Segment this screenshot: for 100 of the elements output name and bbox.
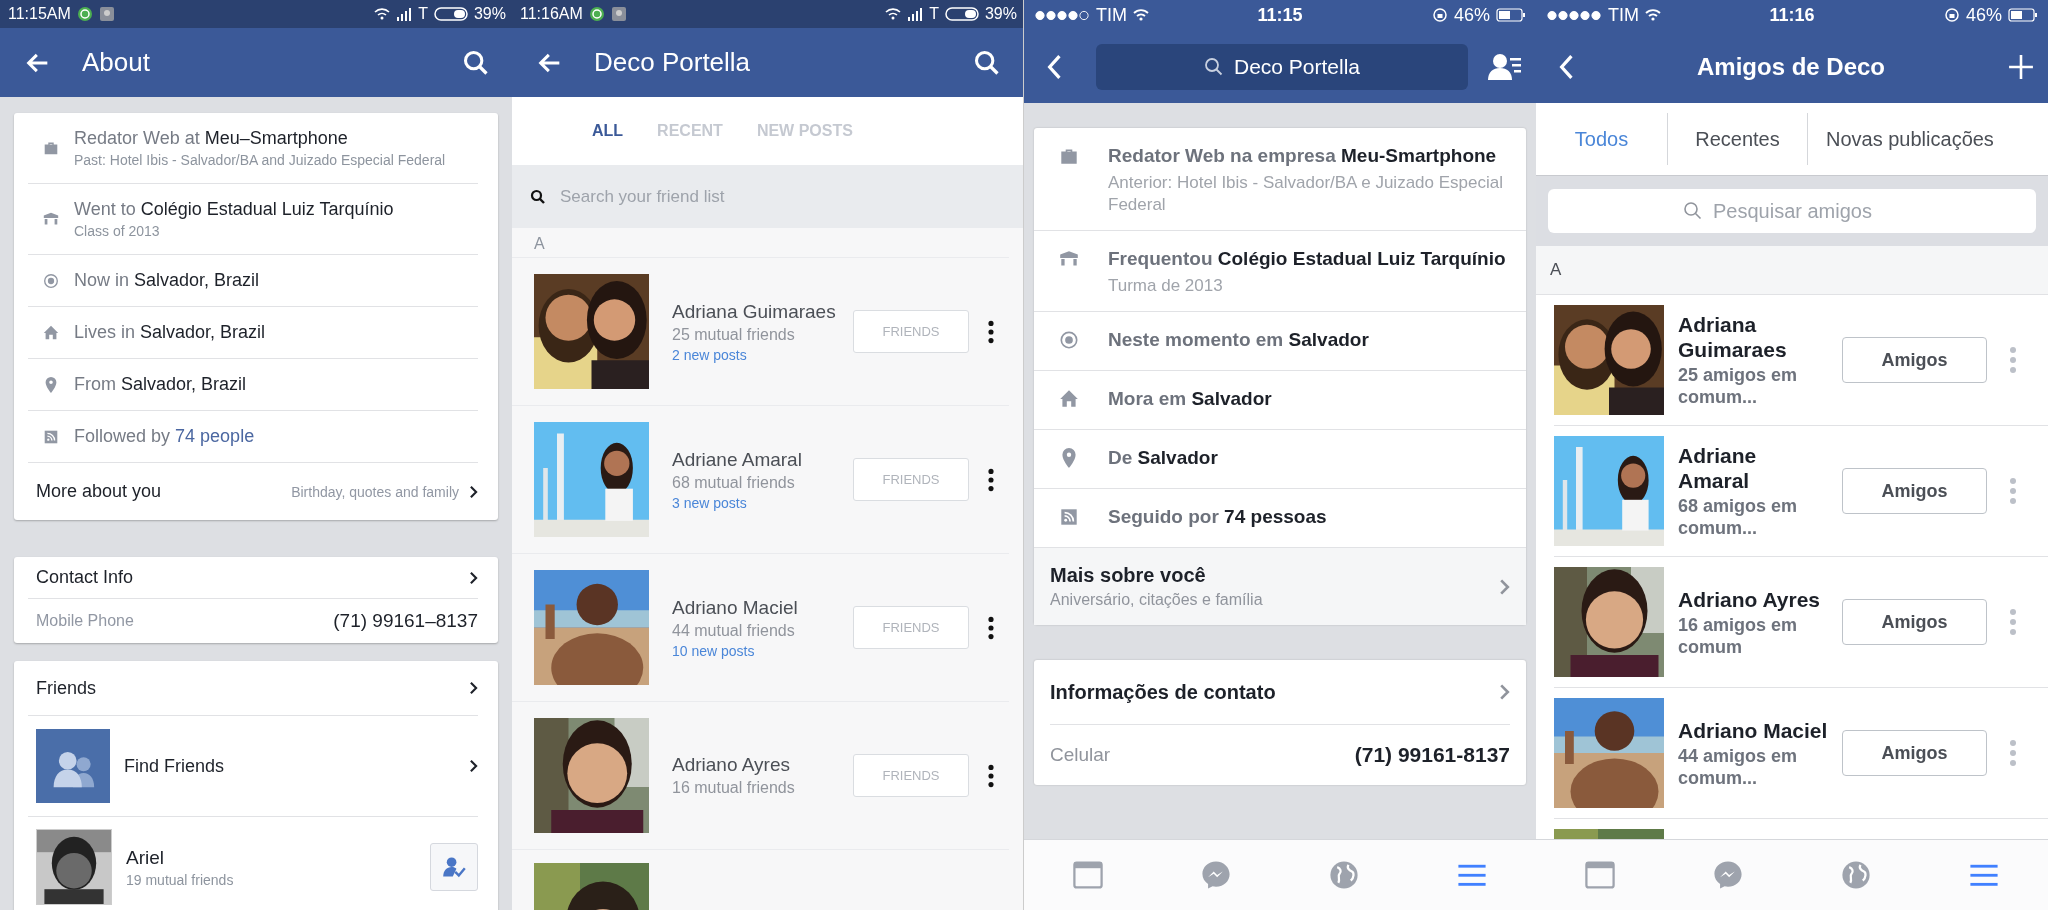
signal-icon: [396, 6, 413, 22]
globe-icon: [1839, 858, 1873, 892]
carrier-label: T: [929, 5, 939, 23]
target-icon: [1058, 329, 1080, 351]
new-posts-link[interactable]: 3 new posts: [672, 494, 853, 511]
gallery-icon: [98, 6, 115, 22]
battery-percent: 46%: [1453, 4, 1490, 26]
about-detail: Went to Colégio Estadual Luiz Tarquínio: [74, 199, 394, 220]
mutual-friends: 68 mutual friends: [672, 473, 796, 492]
search-field[interactable]: Deco Portella: [1096, 43, 1468, 90]
wifi-icon: [1645, 7, 1661, 23]
filter-tab[interactable]: Recentes: [1667, 113, 1807, 165]
battery-percent: 46%: [1965, 4, 2002, 26]
target-icon: [42, 271, 60, 290]
about-detail: From Salvador, Brazil: [74, 374, 247, 395]
about-detail: Seguido por 74 pessoas: [1108, 505, 1327, 529]
search-icon[interactable]: [973, 48, 1001, 77]
friends-button[interactable]: Amigos: [1842, 730, 1987, 776]
status-time: 11:15: [1257, 4, 1303, 26]
section-letter: A: [1550, 260, 1562, 280]
signal-icon: [907, 6, 924, 22]
house-icon: [1058, 388, 1080, 410]
friends-button[interactable]: Amigos: [1842, 599, 1987, 645]
more-about-link[interactable]: More about you: [36, 481, 282, 502]
back-chevron-icon[interactable]: [1046, 53, 1062, 80]
battery-icon: [433, 6, 468, 22]
friends-button[interactable]: Amigos: [1842, 468, 1987, 514]
field-label: Mobile Phone: [36, 612, 134, 630]
news-feed-icon: [1071, 858, 1105, 892]
wifi-icon: [885, 6, 902, 22]
section-letter: A: [534, 235, 545, 253]
new-posts-link[interactable]: 2 new posts: [672, 346, 853, 363]
field-label: Celular: [1050, 744, 1111, 766]
rotation-lock-icon: [1943, 7, 1960, 23]
filter-tab[interactable]: ALL: [592, 122, 624, 140]
wifi-icon: [1133, 7, 1149, 23]
filter-tab[interactable]: Novas publicações: [1807, 113, 2012, 165]
about-detail: Lives in Salvador, Brazil: [74, 322, 266, 343]
search-field[interactable]: Search your friend list: [512, 165, 1023, 228]
about-detail: Redator Web at Meu–Smartphone: [74, 128, 349, 149]
friend-name[interactable]: Adriano Maciel: [1678, 717, 1828, 743]
screen-title: About: [82, 47, 151, 78]
section-title[interactable]: Friends: [36, 677, 97, 699]
mutual-friends: 44 amigos em comum...: [1678, 744, 1799, 789]
detail-subtitle: Past: Hotel Ibis - Salvador/BA and Juizado Especial Federal: [74, 152, 446, 168]
phone-number: (71) 99161–8137: [333, 610, 478, 632]
more-options-icon[interactable]: [987, 615, 995, 640]
signal-icon: [1546, 9, 1602, 21]
mutual-friends: 68 amigos em comum...: [1678, 495, 1799, 539]
chat-app-icon: [588, 6, 605, 22]
battery-icon: [944, 6, 979, 22]
about-detail: Now in Salvador, Brazil: [74, 270, 260, 291]
news-feed-icon: [1583, 858, 1617, 892]
status-time: 11:15AM: [8, 5, 71, 23]
carrier-label: TIM: [1608, 4, 1639, 26]
chat-app-icon: [76, 6, 93, 22]
back-chevron-icon[interactable]: [1558, 53, 1574, 80]
search-icon[interactable]: [462, 48, 490, 77]
find-friends-link[interactable]: Find Friends: [124, 755, 455, 777]
more-about-row[interactable]: Mais sobre você Aniversário, citações e família: [1034, 548, 1526, 625]
friend-status-button[interactable]: [430, 843, 478, 891]
friend-name[interactable]: Adriane Amaral: [672, 448, 853, 471]
friend-name[interactable]: Adriana Guimaraes: [1678, 312, 1828, 362]
more-options-icon[interactable]: [987, 467, 995, 492]
more-options-icon[interactable]: [987, 319, 995, 344]
gallery-icon: [610, 6, 627, 22]
friends-list-icon[interactable]: [1488, 51, 1522, 82]
filter-tab[interactable]: Todos: [1536, 113, 1667, 165]
screen-title: Amigos de Deco: [1695, 52, 1886, 81]
plus-icon[interactable]: [2008, 53, 2034, 80]
chevron-right-icon[interactable]: [469, 484, 478, 499]
battery-icon: [2008, 8, 2038, 22]
person-check-icon: [442, 855, 466, 879]
friend-name[interactable]: Adriana Guimaraes: [672, 300, 853, 323]
chevron-right-icon[interactable]: [469, 759, 478, 773]
friends-button[interactable]: Amigos: [1842, 337, 1987, 383]
mutual-friends: 16 amigos em comum: [1678, 613, 1799, 658]
chevron-right-icon[interactable]: [469, 681, 478, 695]
house-icon: [42, 323, 60, 342]
friend-name[interactable]: Adriano Maciel: [672, 596, 853, 619]
battery-icon: [1496, 8, 1526, 22]
search-field[interactable]: Pesquisar amigos: [1548, 189, 2036, 233]
section-title[interactable]: Informações de contato: [1050, 680, 1276, 704]
new-posts-link[interactable]: 10 new posts: [672, 642, 853, 659]
detail-subtitle: Class of 2013: [74, 223, 161, 239]
mutual-friends: 25 amigos em comum...: [1678, 364, 1799, 408]
friend-name[interactable]: Adriano Ayres: [672, 754, 853, 776]
mutual-friends: 25 mutual friends: [672, 325, 796, 344]
carrier-label: T: [418, 5, 428, 23]
friend-name[interactable]: Adriano Ayres: [1678, 586, 1828, 612]
more-options-icon[interactable]: [987, 763, 995, 788]
chevron-right-icon[interactable]: [469, 570, 478, 585]
chevron-right-icon: [1499, 577, 1510, 596]
about-detail: Redator Web na empresa Meu-Smartphone: [1108, 144, 1498, 168]
friend-name[interactable]: Ariel: [126, 846, 416, 869]
section-title[interactable]: Contact Info: [36, 567, 134, 588]
people-icon: [36, 729, 110, 803]
friend-name[interactable]: Adriane Amaral: [1678, 443, 1828, 493]
mutual-friends: 19 mutual friends: [126, 871, 235, 888]
mutual-friends: 44 mutual friends: [672, 621, 796, 640]
